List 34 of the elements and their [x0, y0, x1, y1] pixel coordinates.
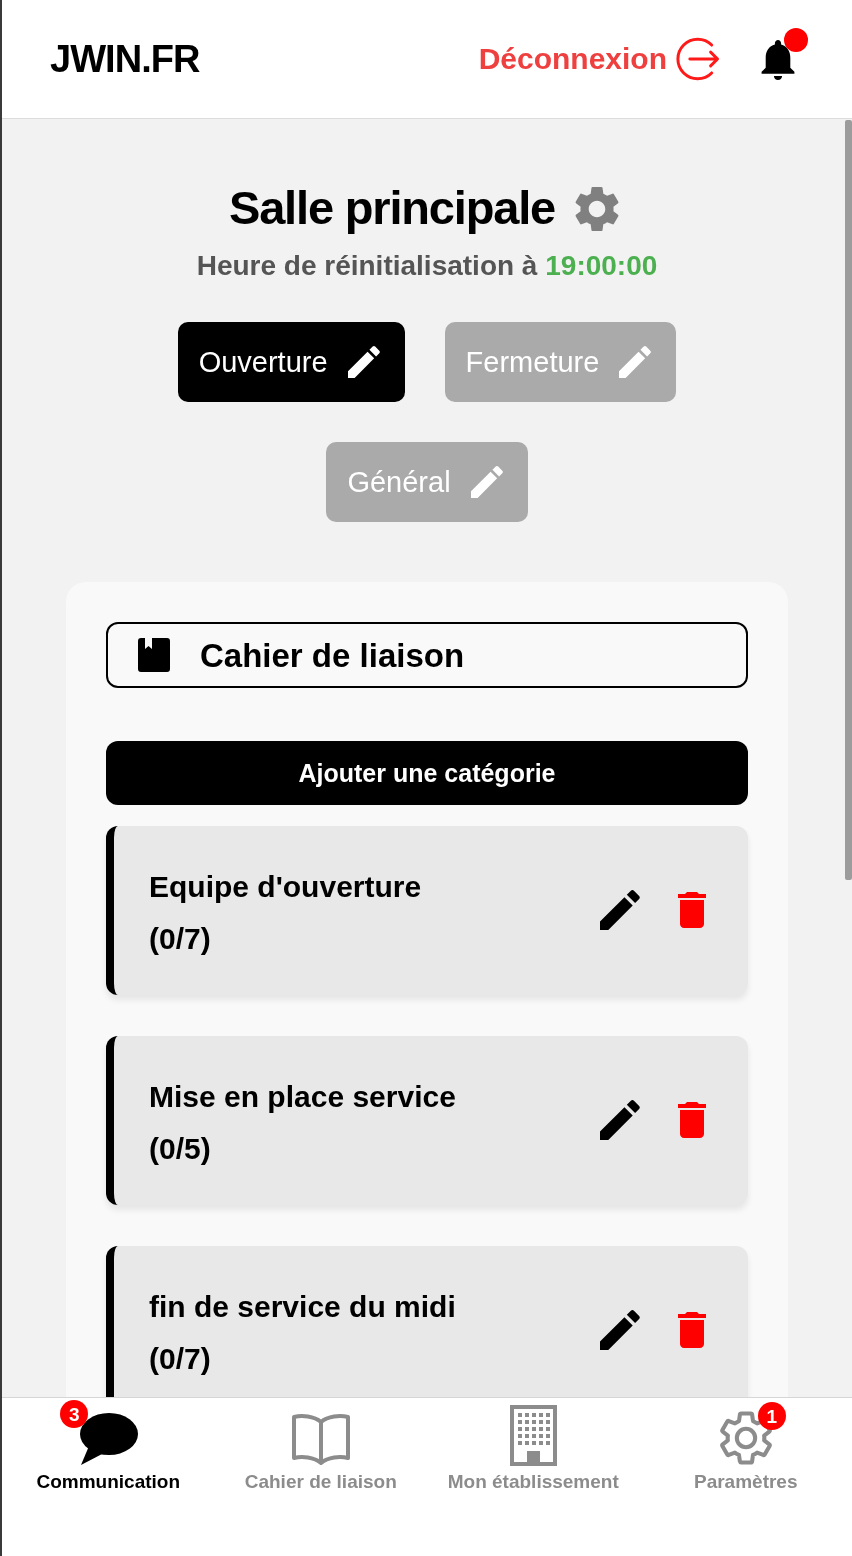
category-count: (0/5)	[149, 1131, 212, 1167]
category-count: (0/7)	[149, 1341, 212, 1377]
scrollbar-thumb[interactable]	[845, 120, 852, 880]
notification-badge: 1	[757, 1402, 786, 1430]
pencil-icon	[347, 346, 380, 378]
logout-button[interactable]: Déconnexion	[478, 36, 720, 82]
section-title: Cahier de liaison	[200, 638, 465, 672]
trash-icon[interactable]	[678, 892, 706, 928]
speech-bubble-icon	[78, 1412, 139, 1466]
app-logo: JWIN.FR	[50, 40, 200, 78]
category-name: Equipe d'ouverture	[149, 869, 423, 905]
add-category-button[interactable]: Ajouter une catégorie	[106, 741, 748, 805]
book-icon	[138, 638, 170, 672]
category-card[interactable]: fin de service du midi (0/7)	[106, 1246, 748, 1397]
mode-tab[interactable]: Ouverture	[177, 322, 405, 402]
trash-icon[interactable]	[678, 1312, 706, 1348]
pencil-icon	[619, 346, 652, 378]
category-count: (0/7)	[149, 921, 212, 957]
trash-icon[interactable]	[678, 1102, 706, 1138]
open-book-icon	[291, 1412, 350, 1466]
reset-time-text: Heure de réinitialisation à 19:00:00	[195, 249, 659, 283]
category-card[interactable]: Mise en place service (0/5)	[106, 1036, 748, 1205]
logout-icon	[676, 36, 720, 82]
notification-badge: 3	[60, 1400, 89, 1428]
pencil-icon[interactable]	[600, 890, 640, 930]
room-title: Salle principale	[229, 180, 555, 236]
category-name: fin de service du midi	[149, 1289, 457, 1325]
pencil-icon[interactable]	[600, 1100, 640, 1140]
category-card[interactable]: Equipe d'ouverture (0/7)	[106, 826, 748, 995]
pencil-icon	[470, 466, 503, 498]
category-name: Mise en place service	[149, 1079, 457, 1115]
pencil-icon[interactable]	[600, 1310, 640, 1350]
building-icon	[509, 1405, 557, 1466]
gear-icon[interactable]	[575, 186, 619, 232]
